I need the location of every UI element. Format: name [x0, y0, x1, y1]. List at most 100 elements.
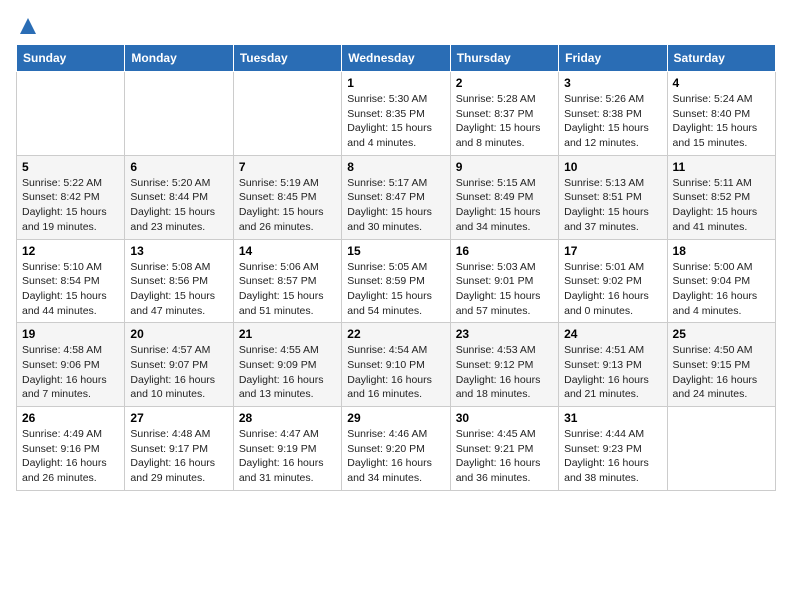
calendar-day-cell: 12 Sunrise: 5:10 AMSunset: 8:54 PMDayligh…: [17, 239, 125, 323]
calendar-day-cell: 10Sunrise: 5:13 AMSunset: 8:51 PMDayligh…: [559, 155, 667, 239]
calendar-day-cell: 26 Sunrise: 4:49 AMSunset: 9:16 PMDayligh…: [17, 407, 125, 491]
calendar-day-header: Monday: [125, 45, 233, 72]
day-number: 8: [347, 160, 444, 174]
day-number: 15: [347, 244, 444, 258]
day-number: 31: [564, 411, 661, 425]
day-number: 28: [239, 411, 336, 425]
calendar-body: 1 Sunrise: 5:30 AMSunset: 8:35 PMDaylight…: [17, 72, 776, 491]
day-number: 12: [22, 244, 119, 258]
day-info: Sunrise: 5:28 AMSunset: 8:37 PMDaylight:…: [456, 92, 553, 151]
day-info: Sunrise: 5:01 AMSunset: 9:02 PMDaylight:…: [564, 260, 661, 319]
day-info: Sunrise: 4:54 AMSunset: 9:10 PMDaylight:…: [347, 343, 444, 402]
calendar-day-cell: 20 Sunrise: 4:57 AMSunset: 9:07 PMDayligh…: [125, 323, 233, 407]
day-info: Sunrise: 5:06 AMSunset: 8:57 PMDaylight:…: [239, 260, 336, 319]
calendar-day-cell: 18Sunrise: 5:00 AMSunset: 9:04 PMDayligh…: [667, 239, 775, 323]
calendar-day-header: Sunday: [17, 45, 125, 72]
day-info: Sunrise: 4:46 AMSunset: 9:20 PMDaylight:…: [347, 427, 444, 486]
day-number: 3: [564, 76, 661, 90]
day-info: Sunrise: 5:15 AMSunset: 8:49 PMDaylight:…: [456, 176, 553, 235]
calendar-day-cell: 19Sunrise: 4:58 AMSunset: 9:06 PMDayligh…: [17, 323, 125, 407]
calendar-day-cell: 21 Sunrise: 4:55 AMSunset: 9:09 PMDayligh…: [233, 323, 341, 407]
day-info: Sunrise: 5:24 AMSunset: 8:40 PMDaylight:…: [673, 92, 770, 151]
day-number: 19: [22, 327, 119, 341]
day-number: 5: [22, 160, 119, 174]
day-number: 9: [456, 160, 553, 174]
day-info: Sunrise: 5:08 AMSunset: 8:56 PMDaylight:…: [130, 260, 227, 319]
day-info: Sunrise: 5:19 AMSunset: 8:45 PMDaylight:…: [239, 176, 336, 235]
day-info: Sunrise: 4:55 AMSunset: 9:09 PMDaylight:…: [239, 343, 336, 402]
calendar-day-cell: 13 Sunrise: 5:08 AMSunset: 8:56 PMDayligh…: [125, 239, 233, 323]
day-number: 29: [347, 411, 444, 425]
calendar-day-header: Friday: [559, 45, 667, 72]
day-info: Sunrise: 4:50 AMSunset: 9:15 PMDaylight:…: [673, 343, 770, 402]
day-info: Sunrise: 5:17 AMSunset: 8:47 PMDaylight:…: [347, 176, 444, 235]
day-number: 4: [673, 76, 770, 90]
day-number: 30: [456, 411, 553, 425]
day-number: 26: [22, 411, 119, 425]
calendar-week-row: 19Sunrise: 4:58 AMSunset: 9:06 PMDayligh…: [17, 323, 776, 407]
day-number: 24: [564, 327, 661, 341]
day-info: Sunrise: 5:26 AMSunset: 8:38 PMDaylight:…: [564, 92, 661, 151]
day-number: 6: [130, 160, 227, 174]
calendar-day-cell: 15 Sunrise: 5:05 AMSunset: 8:59 PMDayligh…: [342, 239, 450, 323]
day-number: 22: [347, 327, 444, 341]
calendar-day-cell: 4 Sunrise: 5:24 AMSunset: 8:40 PMDaylight…: [667, 72, 775, 156]
day-number: 14: [239, 244, 336, 258]
calendar-day-cell: 28Sunrise: 4:47 AMSunset: 9:19 PMDayligh…: [233, 407, 341, 491]
calendar-header-row: SundayMondayTuesdayWednesdayThursdayFrid…: [17, 45, 776, 72]
day-info: Sunrise: 5:22 AMSunset: 8:42 PMDaylight:…: [22, 176, 119, 235]
day-number: 1: [347, 76, 444, 90]
day-info: Sunrise: 5:05 AMSunset: 8:59 PMDaylight:…: [347, 260, 444, 319]
calendar-day-cell: [667, 407, 775, 491]
calendar-day-cell: 22 Sunrise: 4:54 AMSunset: 9:10 PMDayligh…: [342, 323, 450, 407]
page-header: [16, 16, 776, 36]
calendar-day-cell: 7 Sunrise: 5:19 AMSunset: 8:45 PMDaylight…: [233, 155, 341, 239]
calendar-day-cell: 1 Sunrise: 5:30 AMSunset: 8:35 PMDaylight…: [342, 72, 450, 156]
calendar-day-cell: 3 Sunrise: 5:26 AMSunset: 8:38 PMDaylight…: [559, 72, 667, 156]
day-number: 17: [564, 244, 661, 258]
calendar-day-cell: 9 Sunrise: 5:15 AMSunset: 8:49 PMDaylight…: [450, 155, 558, 239]
calendar-day-cell: 14 Sunrise: 5:06 AMSunset: 8:57 PMDayligh…: [233, 239, 341, 323]
day-number: 23: [456, 327, 553, 341]
calendar-day-cell: 24 Sunrise: 4:51 AMSunset: 9:13 PMDayligh…: [559, 323, 667, 407]
calendar-day-cell: [17, 72, 125, 156]
day-info: Sunrise: 4:53 AMSunset: 9:12 PMDaylight:…: [456, 343, 553, 402]
calendar-day-cell: 11 Sunrise: 5:11 AMSunset: 8:52 PMDayligh…: [667, 155, 775, 239]
calendar-day-cell: 5 Sunrise: 5:22 AMSunset: 8:42 PMDaylight…: [17, 155, 125, 239]
calendar-day-cell: [233, 72, 341, 156]
calendar-table: SundayMondayTuesdayWednesdayThursdayFrid…: [16, 44, 776, 491]
day-info: Sunrise: 5:10 AMSunset: 8:54 PMDaylight:…: [22, 260, 119, 319]
calendar-day-cell: 27 Sunrise: 4:48 AMSunset: 9:17 PMDayligh…: [125, 407, 233, 491]
day-number: 7: [239, 160, 336, 174]
calendar-day-cell: 25 Sunrise: 4:50 AMSunset: 9:15 PMDayligh…: [667, 323, 775, 407]
day-number: 27: [130, 411, 227, 425]
day-info: Sunrise: 4:45 AMSunset: 9:21 PMDaylight:…: [456, 427, 553, 486]
day-info: Sunrise: 4:44 AMSunset: 9:23 PMDaylight:…: [564, 427, 661, 486]
calendar-day-cell: 31 Sunrise: 4:44 AMSunset: 9:23 PMDayligh…: [559, 407, 667, 491]
calendar-week-row: 1 Sunrise: 5:30 AMSunset: 8:35 PMDaylight…: [17, 72, 776, 156]
calendar-day-cell: [125, 72, 233, 156]
day-info: Sunrise: 5:13 AMSunset: 8:51 PMDaylight:…: [564, 176, 661, 235]
day-info: Sunrise: 4:57 AMSunset: 9:07 PMDaylight:…: [130, 343, 227, 402]
day-number: 21: [239, 327, 336, 341]
calendar-week-row: 26 Sunrise: 4:49 AMSunset: 9:16 PMDayligh…: [17, 407, 776, 491]
calendar-day-cell: 30 Sunrise: 4:45 AMSunset: 9:21 PMDayligh…: [450, 407, 558, 491]
day-number: 20: [130, 327, 227, 341]
calendar-day-header: Saturday: [667, 45, 775, 72]
day-info: Sunrise: 4:48 AMSunset: 9:17 PMDaylight:…: [130, 427, 227, 486]
day-number: 25: [673, 327, 770, 341]
day-number: 13: [130, 244, 227, 258]
day-number: 18: [673, 244, 770, 258]
day-info: Sunrise: 4:49 AMSunset: 9:16 PMDaylight:…: [22, 427, 119, 486]
day-info: Sunrise: 5:20 AMSunset: 8:44 PMDaylight:…: [130, 176, 227, 235]
day-info: Sunrise: 5:11 AMSunset: 8:52 PMDaylight:…: [673, 176, 770, 235]
calendar-week-row: 12 Sunrise: 5:10 AMSunset: 8:54 PMDayligh…: [17, 239, 776, 323]
calendar-day-cell: 16 Sunrise: 5:03 AMSunset: 9:01 PMDayligh…: [450, 239, 558, 323]
day-info: Sunrise: 4:51 AMSunset: 9:13 PMDaylight:…: [564, 343, 661, 402]
day-info: Sunrise: 5:30 AMSunset: 8:35 PMDaylight:…: [347, 92, 444, 151]
calendar-day-cell: 29 Sunrise: 4:46 AMSunset: 9:20 PMDayligh…: [342, 407, 450, 491]
calendar-day-cell: 17 Sunrise: 5:01 AMSunset: 9:02 PMDayligh…: [559, 239, 667, 323]
day-info: Sunrise: 5:03 AMSunset: 9:01 PMDaylight:…: [456, 260, 553, 319]
day-number: 16: [456, 244, 553, 258]
day-number: 11: [673, 160, 770, 174]
